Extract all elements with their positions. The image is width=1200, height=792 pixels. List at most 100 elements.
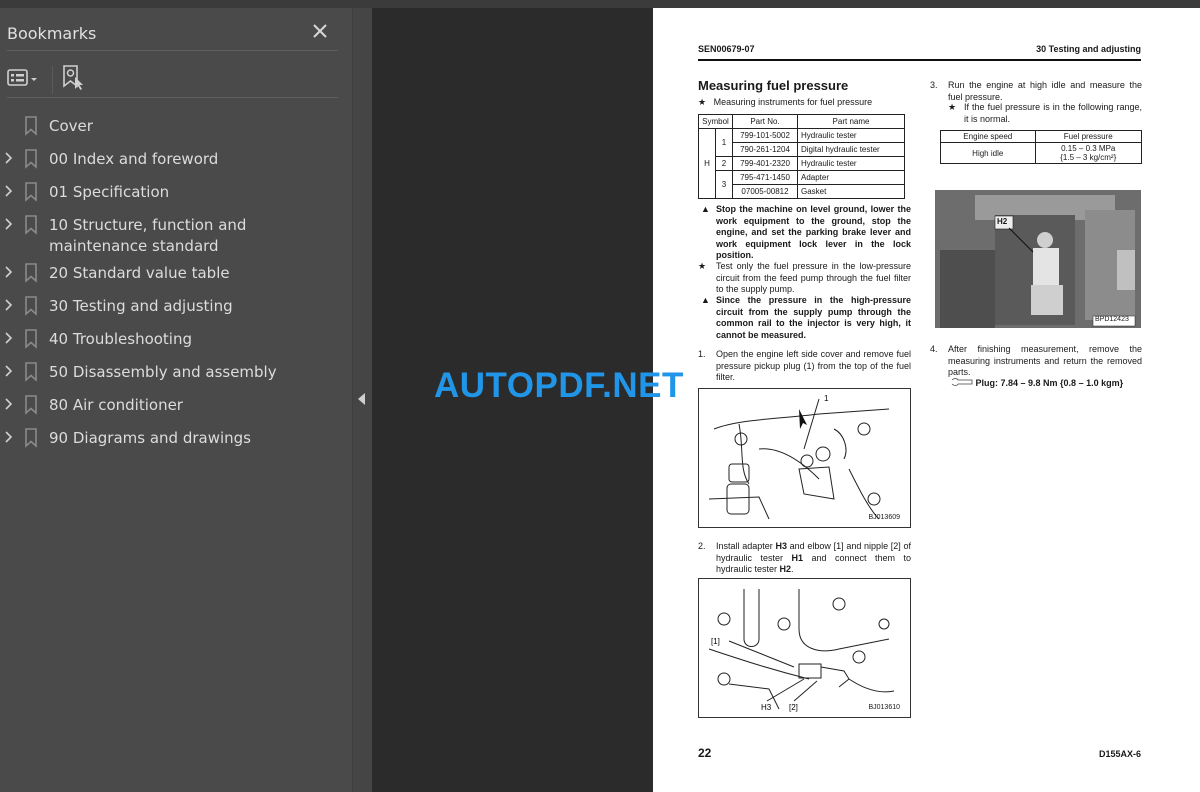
close-icon[interactable] bbox=[309, 20, 331, 42]
page-heading: Measuring fuel pressure bbox=[698, 78, 849, 93]
figure-adapter-install: [1] H3 [2] BJ013610 bbox=[698, 578, 911, 718]
bookmark-icon bbox=[24, 182, 38, 202]
step-4: 4. After finishing measurement, remove t… bbox=[930, 344, 1142, 377]
photo-cab-operator: H2 BPD12423 bbox=[935, 190, 1141, 328]
star-icon: ★ bbox=[698, 261, 707, 271]
part-name-cell: Adapter bbox=[797, 170, 905, 185]
bookmark-list: Cover 00 Index and foreword 01 Specifica… bbox=[0, 109, 352, 454]
part-name-cell: Digital hydraulic tester bbox=[797, 142, 905, 157]
part-name-cell: Hydraulic tester bbox=[797, 156, 905, 171]
chevron-right-icon[interactable] bbox=[4, 150, 14, 166]
bookmark-label: 40 Troubleshooting bbox=[49, 330, 193, 348]
collapse-panel-icon[interactable] bbox=[356, 390, 368, 408]
bookmark-item-testing[interactable]: 30 Testing and adjusting bbox=[0, 289, 352, 322]
table-header: Part No. bbox=[732, 114, 798, 129]
symbol-cell: H bbox=[698, 128, 716, 199]
star-icon: ★ bbox=[698, 97, 707, 107]
bookmark-label: 30 Testing and adjusting bbox=[49, 297, 233, 315]
bookmark-label: 20 Standard value table bbox=[49, 264, 230, 282]
sub-cell: 1 bbox=[715, 128, 733, 157]
chevron-right-icon[interactable] bbox=[4, 183, 14, 199]
options-menu-button[interactable] bbox=[7, 64, 39, 96]
bookmark-item-cover[interactable]: Cover bbox=[0, 109, 352, 142]
watermark-text: AUTOPDF.NET bbox=[434, 366, 684, 405]
list-options-icon bbox=[7, 68, 29, 92]
cab-photo bbox=[935, 190, 1141, 328]
bookmark-icon bbox=[24, 296, 38, 316]
bookmark-item-specification[interactable]: 01 Specification bbox=[0, 175, 352, 208]
engine-diagram-1: 1 bbox=[708, 394, 890, 520]
bookmark-item-standard-value[interactable]: 20 Standard value table bbox=[0, 256, 352, 289]
bookmark-label: 10 Structure, function and maintenance s… bbox=[49, 216, 247, 255]
warning-2: ▲ Since the pressure in the high-pressur… bbox=[701, 295, 911, 340]
figure-callout: [1] bbox=[711, 637, 720, 646]
divider bbox=[7, 50, 338, 51]
bookmark-label: Cover bbox=[49, 117, 93, 135]
step-3: 3. Run the engine at high idle and measu… bbox=[930, 80, 1142, 102]
bookmark-item-structure[interactable]: 10 Structure, function and maintenance s… bbox=[0, 208, 352, 256]
document-code: SEN00679-07 bbox=[698, 44, 755, 54]
bookmark-icon bbox=[24, 329, 38, 349]
warning-icon: ▲ bbox=[701, 295, 710, 305]
sub-cell: 3 bbox=[715, 170, 733, 199]
table-row: 2 799-401-2320 Hydraulic tester bbox=[699, 156, 905, 171]
chevron-right-icon[interactable] bbox=[4, 330, 14, 346]
bookmark-label: 01 Specification bbox=[49, 183, 170, 201]
table-row: H 1 799-101-5002 Hydraulic tester bbox=[698, 128, 905, 199]
parts-table: Symbol Part No. Part name H 1 799-101-50… bbox=[698, 114, 905, 199]
note-1: ★ Test only the fuel pressure in the low… bbox=[698, 261, 911, 294]
table-header: Symbol bbox=[698, 114, 733, 129]
chevron-right-icon[interactable] bbox=[4, 396, 14, 412]
bookmarks-toolbar bbox=[7, 64, 338, 96]
chevron-right-icon[interactable] bbox=[4, 297, 14, 313]
table-header: Part name bbox=[797, 114, 905, 129]
part-name-cell: Gasket bbox=[797, 184, 905, 199]
figure-code: BJ013609 bbox=[868, 514, 900, 521]
bookmark-item-troubleshooting[interactable]: 40 Troubleshooting bbox=[0, 322, 352, 355]
warning-1: ▲ Stop the machine on level ground, lowe… bbox=[701, 204, 911, 260]
table-header: Fuel pressure bbox=[1034, 130, 1142, 143]
bookmark-label: 00 Index and foreword bbox=[49, 150, 219, 168]
divider bbox=[7, 97, 338, 98]
page-number: 22 bbox=[698, 746, 712, 760]
fuel-pressure-table: Engine speed Fuel pressure High idle 0.1… bbox=[940, 130, 1142, 164]
table-row: 3 795-471-1450 Adapter bbox=[699, 170, 905, 199]
model-code: D155AX-6 bbox=[1098, 749, 1141, 759]
bookmark-item-disassembly[interactable]: 50 Disassembly and assembly bbox=[0, 355, 352, 388]
wrench-icon bbox=[951, 378, 973, 388]
chevron-right-icon[interactable] bbox=[4, 429, 14, 445]
pdf-page: SEN00679-07 30 Testing and adjusting Mea… bbox=[653, 8, 1200, 792]
chevron-right-icon[interactable] bbox=[4, 363, 14, 379]
figure-code: BJ013610 bbox=[868, 704, 900, 711]
bookmark-icon bbox=[24, 362, 38, 382]
part-no-cell: 07005-00812 bbox=[732, 184, 798, 199]
bookmark-icon bbox=[24, 116, 38, 136]
table-row: High idle 0.15 – 0.3 MPa {1.5 – 3 kg/cm²} bbox=[940, 142, 1142, 164]
bookmark-item-index[interactable]: 00 Index and foreword bbox=[0, 142, 352, 175]
figure-callout: 1 bbox=[824, 394, 829, 403]
pointer-arrow bbox=[799, 409, 807, 429]
chevron-right-icon[interactable] bbox=[4, 216, 14, 232]
bookmarks-header: Bookmarks bbox=[7, 20, 339, 50]
header-rule bbox=[698, 59, 1141, 61]
bookmark-label: 80 Air conditioner bbox=[49, 396, 183, 414]
step-3-note: ★ If the fuel pressure is in the followi… bbox=[948, 102, 1142, 124]
part-name-cell: Hydraulic tester bbox=[797, 128, 905, 143]
table-header: Engine speed bbox=[940, 130, 1036, 143]
bookmark-icon bbox=[24, 215, 38, 235]
bookmark-icon bbox=[24, 428, 38, 448]
chevron-right-icon[interactable] bbox=[4, 264, 14, 280]
instruments-note: ★ Measuring instruments for fuel pressur… bbox=[698, 97, 873, 107]
find-current-bookmark-button[interactable] bbox=[62, 64, 86, 96]
bookmark-item-air-conditioner[interactable]: 80 Air conditioner bbox=[0, 388, 352, 421]
bookmark-icon bbox=[24, 263, 38, 283]
bookmark-item-diagrams[interactable]: 90 Diagrams and drawings bbox=[0, 421, 352, 454]
engine-diagram-2: [1] H3 [2] bbox=[708, 589, 895, 712]
bookmark-find-icon bbox=[62, 64, 86, 96]
warning-icon: ▲ bbox=[701, 204, 710, 214]
step-2: 2. Install adapter H3 and elbow [1] and … bbox=[698, 541, 911, 574]
engine-speed-cell: High idle bbox=[940, 142, 1036, 164]
chevron-down-icon bbox=[29, 71, 39, 89]
photo-callout: H2 bbox=[997, 217, 1008, 226]
toolbar-separator bbox=[52, 66, 53, 94]
